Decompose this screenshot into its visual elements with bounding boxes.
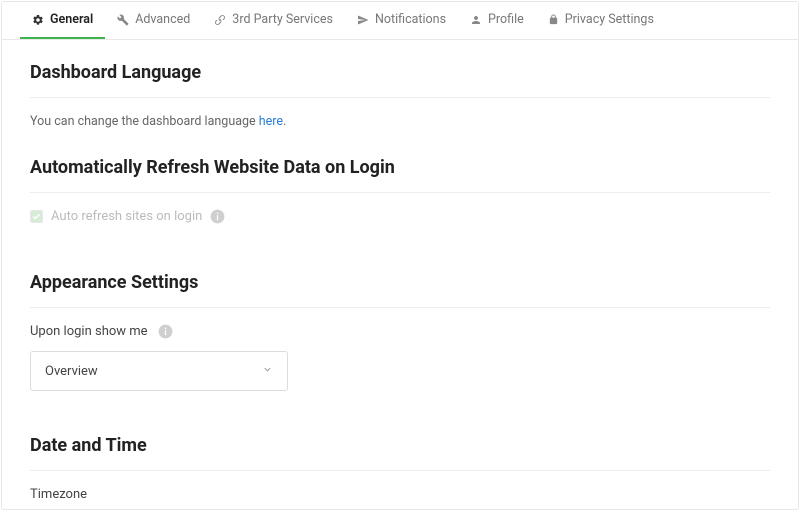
divider <box>30 307 770 308</box>
section-title-datetime: Date and Time <box>30 435 770 456</box>
language-text: You can change the dashboard language he… <box>30 114 770 129</box>
tab-advanced[interactable]: Advanced <box>105 2 202 39</box>
timezone-field-label: Timezone <box>30 487 770 502</box>
gear-icon <box>32 14 44 26</box>
info-icon[interactable] <box>158 324 173 339</box>
auto-refresh-row: Auto refresh sites on login <box>30 209 770 224</box>
field-label-text: Timezone <box>30 487 87 502</box>
divider <box>30 97 770 98</box>
section-title-appearance: Appearance Settings <box>30 272 770 293</box>
content-panel: Dashboard Language You can change the da… <box>2 40 798 502</box>
user-icon <box>470 14 482 26</box>
tab-privacy[interactable]: Privacy Settings <box>536 2 666 39</box>
tab-notifications[interactable]: Notifications <box>345 2 458 39</box>
tabs-bar: General Advanced 3rd Party Services Noti… <box>2 2 798 40</box>
tab-label: Notifications <box>375 12 446 27</box>
tab-label: 3rd Party Services <box>232 12 333 27</box>
tab-label: General <box>50 12 93 27</box>
settings-page: General Advanced 3rd Party Services Noti… <box>1 1 799 510</box>
divider <box>30 470 770 471</box>
field-label-text: Upon login show me <box>30 324 148 339</box>
language-link[interactable]: here <box>259 114 283 129</box>
divider <box>30 192 770 193</box>
tab-profile[interactable]: Profile <box>458 2 536 39</box>
tab-services[interactable]: 3rd Party Services <box>202 2 345 39</box>
tab-label: Profile <box>488 12 524 27</box>
auto-refresh-label: Auto refresh sites on login <box>51 209 202 224</box>
language-text-suffix: . <box>283 114 286 129</box>
link-icon <box>214 14 226 26</box>
section-title-autorefresh: Automatically Refresh Website Data on Lo… <box>30 157 770 178</box>
tab-general[interactable]: General <box>20 2 105 39</box>
auto-refresh-checkbox[interactable] <box>30 210 43 223</box>
wrench-icon <box>117 14 129 26</box>
tab-label: Advanced <box>135 12 190 27</box>
info-icon[interactable] <box>210 209 225 224</box>
login-view-select[interactable]: Overview <box>30 351 288 391</box>
select-value: Overview <box>45 364 98 379</box>
lock-icon <box>548 14 559 25</box>
appearance-field-label: Upon login show me <box>30 324 770 339</box>
chevron-down-icon <box>262 364 273 379</box>
paper-plane-icon <box>357 14 369 26</box>
language-text-prefix: You can change the dashboard language <box>30 114 259 129</box>
section-title-language: Dashboard Language <box>30 62 770 83</box>
tab-label: Privacy Settings <box>565 12 654 27</box>
